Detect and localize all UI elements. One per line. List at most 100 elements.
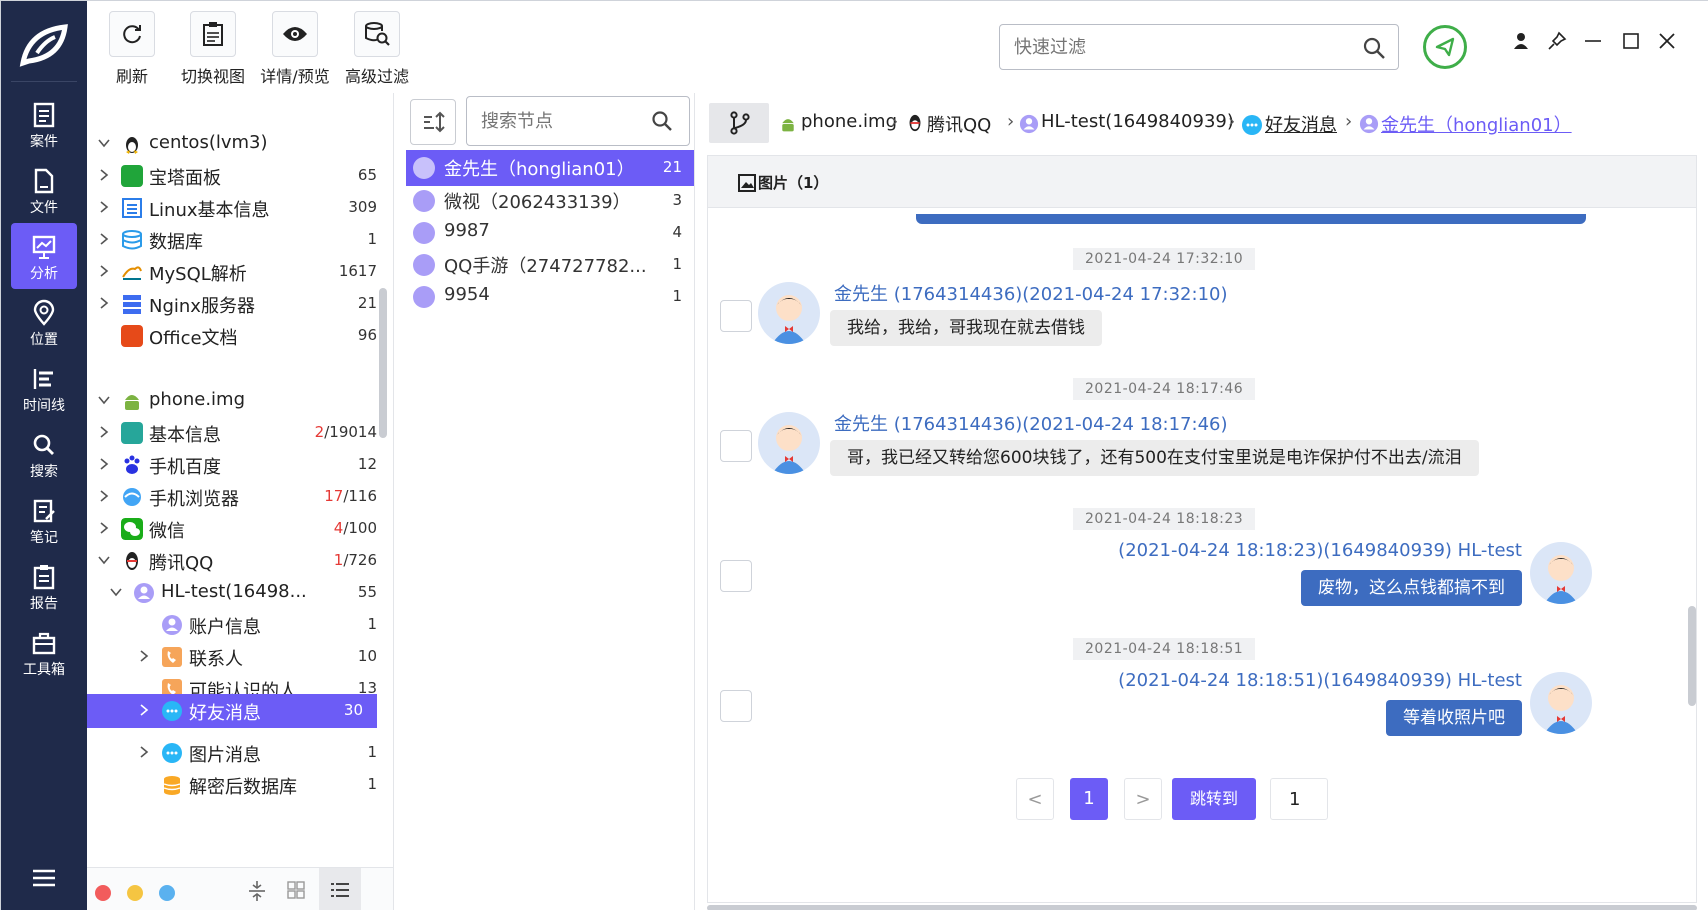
tree-node-mysql[interactable]: MySQL解析 1617 — [87, 255, 377, 290]
list-view-button[interactable] — [319, 868, 361, 910]
sort-button[interactable] — [410, 99, 456, 145]
breadcrumb-item[interactable]: 好友消息 — [1265, 111, 1337, 137]
tree-scrollbar[interactable] — [379, 288, 387, 438]
tree-node-account-info[interactable]: 账户信息 1 — [87, 608, 377, 643]
message-checkbox[interactable] — [720, 430, 752, 462]
tree-node-phone-img[interactable]: phone.img — [87, 384, 377, 419]
quick-filter-field[interactable] — [999, 24, 1399, 70]
search-icon[interactable] — [651, 110, 673, 132]
send-button[interactable] — [1423, 25, 1467, 69]
contact-item[interactable]: 金先生（honglian01） 21 — [406, 150, 694, 186]
tree-node-decrypted-db[interactable]: 解密后数据库 1 — [87, 768, 377, 803]
tree-node-centos[interactable]: centos(lvm3) — [87, 127, 377, 162]
search-icon[interactable] — [1362, 36, 1386, 60]
nav-item-analysis[interactable]: 分析 — [11, 223, 77, 289]
chevron-right-icon[interactable] — [137, 649, 151, 663]
pager-next-button[interactable]: > — [1124, 778, 1162, 820]
image-attachments-tab[interactable]: 图片（1） — [708, 156, 1696, 208]
contact-count: 1 — [672, 287, 682, 305]
contact-item[interactable]: QQ手游（274727782... 1 — [406, 247, 694, 283]
contact-item[interactable]: 9987 4 — [406, 215, 694, 251]
pin-icon[interactable] — [1547, 31, 1567, 51]
user-icon[interactable] — [1511, 31, 1531, 51]
minimize-icon[interactable] — [1583, 31, 1603, 51]
contact-item[interactable]: 微视（2062433139） 3 — [406, 183, 694, 219]
nav-item-search[interactable]: 搜索 — [11, 421, 77, 487]
nav-item-file[interactable]: 文件 — [11, 157, 77, 223]
nav-item-note[interactable]: 笔记 — [11, 487, 77, 553]
switch-view-button[interactable]: 切换视图 — [177, 11, 249, 87]
tree-node-wechat[interactable]: 微信 4/100 — [87, 512, 377, 547]
message-checkbox[interactable] — [720, 560, 752, 592]
tree-node-browser[interactable]: 手机浏览器 17/116 — [87, 480, 377, 515]
tree-node-contacts[interactable]: 联系人 10 — [87, 640, 377, 675]
maximize-icon[interactable] — [1621, 31, 1641, 51]
chevron-right-icon[interactable] — [97, 200, 111, 214]
previous-bubble-edge — [916, 214, 1586, 224]
chevron-right-icon[interactable] — [97, 425, 111, 439]
chevron-right-icon[interactable] — [97, 489, 111, 503]
tree-node-image-messages[interactable]: 图片消息 1 — [87, 736, 377, 771]
branch-button[interactable] — [709, 103, 769, 143]
pager-jump-input[interactable]: 1 — [1270, 778, 1328, 820]
nav-item-location[interactable]: 位置 — [11, 289, 77, 355]
tree-node-baidu[interactable]: 手机百度 12 — [87, 448, 377, 483]
tree-node-qq[interactable]: 腾讯QQ 1/726 — [87, 544, 377, 579]
blue-dot-filter[interactable] — [159, 885, 175, 901]
red-dot-filter[interactable] — [95, 885, 111, 901]
detail-preview-button[interactable]: 详情/预览 — [255, 11, 335, 87]
nav-item-report[interactable]: 报告 — [11, 553, 77, 619]
tree-node-hl-test[interactable]: HL-test(16498... 55 — [87, 576, 377, 611]
chevron-down-icon[interactable] — [97, 393, 111, 407]
chevron-right-icon[interactable] — [97, 168, 111, 182]
hamburger-menu-icon[interactable] — [33, 869, 55, 887]
chat-scrollbar[interactable] — [1688, 606, 1696, 706]
tree-node-bt-panel[interactable]: 宝塔面板 65 — [87, 159, 377, 194]
pager-current-page[interactable]: 1 — [1070, 778, 1108, 820]
linux-icon — [126, 137, 138, 154]
contact-item[interactable]: 9954 1 — [406, 279, 694, 315]
nav-item-toolbox[interactable]: 工具箱 — [11, 619, 77, 685]
nav-item-timeline[interactable]: 时间线 — [11, 355, 77, 421]
tree-node-count: 309 — [348, 198, 377, 216]
breadcrumb-item[interactable]: phone.img — [801, 111, 897, 132]
quick-filter-input[interactable] — [1000, 25, 1340, 69]
chevron-right-icon[interactable] — [97, 264, 111, 278]
tree-node-linux-info[interactable]: Linux基本信息 309 — [87, 191, 377, 226]
chevron-down-icon[interactable] — [97, 553, 111, 567]
message-checkbox[interactable] — [720, 300, 752, 332]
chevron-right-icon[interactable] — [97, 521, 111, 535]
message-sender: (2021-04-24 18:18:51)(1649840939) HL-tes… — [1118, 670, 1522, 691]
collapse-all-icon[interactable] — [247, 880, 267, 902]
tree-node-friend-messages[interactable]: 好友消息 30 — [87, 694, 377, 728]
yellow-dot-filter[interactable] — [127, 885, 143, 901]
chevron-right-icon[interactable] — [97, 232, 111, 246]
refresh-icon — [123, 25, 141, 44]
breadcrumb-item-current[interactable]: 金先生（honglian01） — [1381, 111, 1572, 137]
tree-node-basic-info[interactable]: 基本信息 2/19014 — [87, 416, 377, 451]
advanced-filter-button[interactable]: 高级过滤 — [337, 11, 417, 87]
pager-jump-button[interactable]: 跳转到 — [1172, 778, 1256, 820]
node-search-input[interactable] — [467, 97, 637, 145]
grid-view-icon[interactable] — [287, 881, 305, 899]
chevron-right-icon[interactable] — [137, 703, 151, 717]
chevron-right-icon[interactable] — [137, 745, 151, 759]
chevron-down-icon[interactable] — [109, 585, 123, 599]
tree-node-database[interactable]: 数据库 1 — [87, 223, 377, 258]
message-checkbox[interactable] — [720, 690, 752, 722]
breadcrumb-item[interactable]: HL-test(1649840939) — [1041, 111, 1234, 132]
breadcrumb-item[interactable]: 腾讯QQ — [927, 111, 991, 137]
chevron-down-icon[interactable] — [97, 136, 111, 150]
close-icon[interactable] — [1657, 31, 1677, 51]
chevron-right-icon[interactable] — [97, 296, 111, 310]
pager-prev-button[interactable]: < — [1016, 778, 1054, 820]
node-search-field[interactable] — [466, 96, 690, 146]
tree-node-nginx[interactable]: Nginx服务器 21 — [87, 287, 377, 322]
tree-node-count: 1 — [367, 775, 377, 793]
horizontal-scrollbar[interactable] — [707, 905, 1697, 910]
nav-item-case[interactable]: 案件 — [11, 91, 77, 157]
tree-node-office[interactable]: Office文档 96 — [87, 319, 377, 354]
nav-label: 分析 — [30, 266, 58, 282]
chevron-right-icon[interactable] — [97, 457, 111, 471]
refresh-button[interactable]: 刷新 — [105, 11, 159, 87]
